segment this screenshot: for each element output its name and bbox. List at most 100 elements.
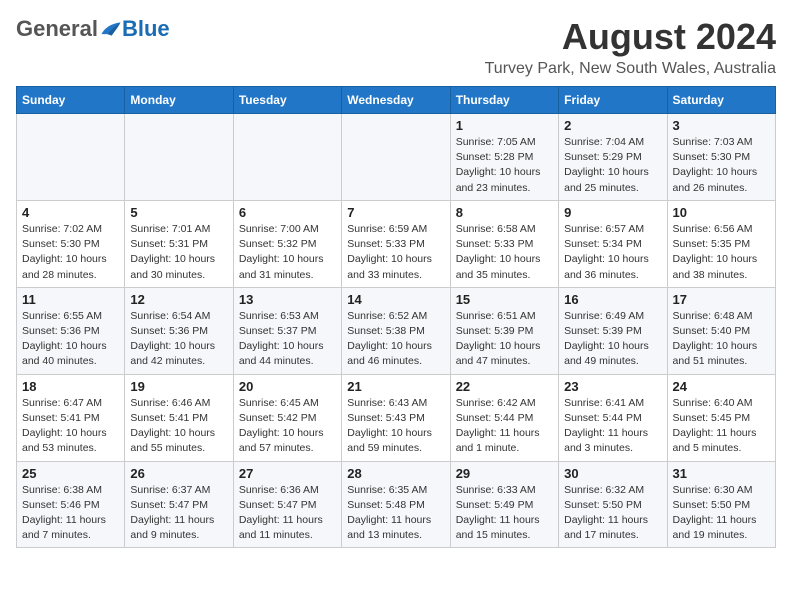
cell-day-info: Sunrise: 6:43 AMSunset: 5:43 PMDaylight:… [347, 396, 444, 457]
cell-day-info: Sunrise: 6:41 AMSunset: 5:44 PMDaylight:… [564, 396, 661, 457]
cell-day-number: 12 [130, 292, 227, 307]
calendar-cell: 31Sunrise: 6:30 AMSunset: 5:50 PMDayligh… [667, 461, 775, 548]
cell-day-number: 24 [673, 379, 770, 394]
cell-day-info: Sunrise: 6:42 AMSunset: 5:44 PMDaylight:… [456, 396, 553, 457]
calendar-cell: 26Sunrise: 6:37 AMSunset: 5:47 PMDayligh… [125, 461, 233, 548]
calendar-cell: 27 Sunrise: 6:36 AMSunset: 5:47 PMDayligh… [233, 461, 341, 548]
cell-day-info: Sunrise: 6:36 AMSunset: 5:47 PMDaylight:… [239, 483, 336, 544]
cell-day-number: 16 [564, 292, 661, 307]
calendar-cell: 9 Sunrise: 6:57 AMSunset: 5:34 PMDaylight… [559, 200, 667, 287]
cell-day-number: 28 [347, 466, 444, 481]
calendar-cell: 8Sunrise: 6:58 AMSunset: 5:33 PMDaylight… [450, 200, 558, 287]
calendar-week-row: 11Sunrise: 6:55 AMSunset: 5:36 PMDayligh… [17, 287, 776, 374]
cell-day-info: Sunrise: 6:56 AMSunset: 5:35 PMDaylight:… [673, 222, 770, 283]
cell-day-number: 30 [564, 466, 661, 481]
calendar-cell: 16 Sunrise: 6:49 AMSunset: 5:39 PMDayligh… [559, 287, 667, 374]
calendar-week-row: 18 Sunrise: 6:47 AMSunset: 5:41 PMDayligh… [17, 374, 776, 461]
cell-day-number: 14 [347, 292, 444, 307]
cell-day-info: Sunrise: 7:03 AMSunset: 5:30 PMDaylight:… [673, 135, 770, 196]
calendar-cell: 2 Sunrise: 7:04 AMSunset: 5:29 PMDaylight… [559, 114, 667, 201]
calendar-cell: 17 Sunrise: 6:48 AMSunset: 5:40 PMDayligh… [667, 287, 775, 374]
day-header-tuesday: Tuesday [233, 87, 341, 114]
logo-general-text: General [16, 16, 98, 42]
calendar-cell: 18 Sunrise: 6:47 AMSunset: 5:41 PMDayligh… [17, 374, 125, 461]
calendar-cell: 12Sunrise: 6:54 AMSunset: 5:36 PMDayligh… [125, 287, 233, 374]
cell-day-info: Sunrise: 6:48 AMSunset: 5:40 PMDaylight:… [673, 309, 770, 370]
calendar-cell: 19 Sunrise: 6:46 AMSunset: 5:41 PMDayligh… [125, 374, 233, 461]
cell-day-number: 10 [673, 205, 770, 220]
cell-day-number: 19 [130, 379, 227, 394]
title-section: August 2024 Turvey Park, New South Wales… [485, 16, 776, 78]
calendar-cell: 28Sunrise: 6:35 AMSunset: 5:48 PMDayligh… [342, 461, 450, 548]
day-header-friday: Friday [559, 87, 667, 114]
cell-day-number: 3 [673, 118, 770, 133]
calendar-table: SundayMondayTuesdayWednesdayThursdayFrid… [16, 86, 776, 548]
cell-day-info: Sunrise: 6:37 AMSunset: 5:47 PMDaylight:… [130, 483, 227, 544]
calendar-cell: 1Sunrise: 7:05 AMSunset: 5:28 PMDaylight… [450, 114, 558, 201]
cell-day-info: Sunrise: 6:33 AMSunset: 5:49 PMDaylight:… [456, 483, 553, 544]
cell-day-info: Sunrise: 6:38 AMSunset: 5:46 PMDaylight:… [22, 483, 119, 544]
cell-day-number: 18 [22, 379, 119, 394]
page-header: General Blue August 2024 Turvey Park, Ne… [16, 16, 776, 78]
cell-day-number: 29 [456, 466, 553, 481]
cell-day-info: Sunrise: 6:57 AMSunset: 5:34 PMDaylight:… [564, 222, 661, 283]
calendar-cell: 15Sunrise: 6:51 AMSunset: 5:39 PMDayligh… [450, 287, 558, 374]
calendar-week-row: 4 Sunrise: 7:02 AMSunset: 5:30 PMDaylight… [17, 200, 776, 287]
calendar-cell: 24 Sunrise: 6:40 AMSunset: 5:45 PMDayligh… [667, 374, 775, 461]
cell-day-info: Sunrise: 7:02 AMSunset: 5:30 PMDaylight:… [22, 222, 119, 283]
calendar-cell [125, 114, 233, 201]
logo: General Blue [16, 16, 170, 42]
cell-day-info: Sunrise: 6:55 AMSunset: 5:36 PMDaylight:… [22, 309, 119, 370]
cell-day-number: 17 [673, 292, 770, 307]
day-header-thursday: Thursday [450, 87, 558, 114]
cell-day-info: Sunrise: 7:04 AMSunset: 5:29 PMDaylight:… [564, 135, 661, 196]
calendar-week-row: 1Sunrise: 7:05 AMSunset: 5:28 PMDaylight… [17, 114, 776, 201]
day-header-wednesday: Wednesday [342, 87, 450, 114]
calendar-week-row: 25 Sunrise: 6:38 AMSunset: 5:46 PMDayligh… [17, 461, 776, 548]
calendar-cell: 22 Sunrise: 6:42 AMSunset: 5:44 PMDayligh… [450, 374, 558, 461]
cell-day-info: Sunrise: 6:59 AMSunset: 5:33 PMDaylight:… [347, 222, 444, 283]
calendar-cell: 6Sunrise: 7:00 AMSunset: 5:32 PMDaylight… [233, 200, 341, 287]
cell-day-info: Sunrise: 6:49 AMSunset: 5:39 PMDaylight:… [564, 309, 661, 370]
cell-day-number: 27 [239, 466, 336, 481]
cell-day-number: 22 [456, 379, 553, 394]
cell-day-number: 21 [347, 379, 444, 394]
page-subtitle: Turvey Park, New South Wales, Australia [485, 60, 776, 78]
calendar-cell: 4 Sunrise: 7:02 AMSunset: 5:30 PMDaylight… [17, 200, 125, 287]
cell-day-info: Sunrise: 6:53 AMSunset: 5:37 PMDaylight:… [239, 309, 336, 370]
cell-day-info: Sunrise: 6:47 AMSunset: 5:41 PMDaylight:… [22, 396, 119, 457]
calendar-header-row: SundayMondayTuesdayWednesdayThursdayFrid… [17, 87, 776, 114]
cell-day-number: 15 [456, 292, 553, 307]
calendar-cell: 13 Sunrise: 6:53 AMSunset: 5:37 PMDayligh… [233, 287, 341, 374]
calendar-cell [233, 114, 341, 201]
calendar-cell: 7 Sunrise: 6:59 AMSunset: 5:33 PMDaylight… [342, 200, 450, 287]
cell-day-number: 7 [347, 205, 444, 220]
day-header-monday: Monday [125, 87, 233, 114]
calendar-cell: 5Sunrise: 7:01 AMSunset: 5:31 PMDaylight… [125, 200, 233, 287]
calendar-cell [17, 114, 125, 201]
cell-day-number: 4 [22, 205, 119, 220]
logo-blue-text: Blue [122, 16, 170, 42]
cell-day-info: Sunrise: 6:40 AMSunset: 5:45 PMDaylight:… [673, 396, 770, 457]
cell-day-info: Sunrise: 6:30 AMSunset: 5:50 PMDaylight:… [673, 483, 770, 544]
calendar-cell: 23 Sunrise: 6:41 AMSunset: 5:44 PMDayligh… [559, 374, 667, 461]
day-header-sunday: Sunday [17, 87, 125, 114]
logo-bird-icon [100, 20, 122, 38]
cell-day-info: Sunrise: 7:00 AMSunset: 5:32 PMDaylight:… [239, 222, 336, 283]
calendar-cell: 10 Sunrise: 6:56 AMSunset: 5:35 PMDayligh… [667, 200, 775, 287]
calendar-cell [342, 114, 450, 201]
cell-day-number: 23 [564, 379, 661, 394]
calendar-cell: 3 Sunrise: 7:03 AMSunset: 5:30 PMDaylight… [667, 114, 775, 201]
cell-day-info: Sunrise: 6:46 AMSunset: 5:41 PMDaylight:… [130, 396, 227, 457]
calendar-cell: 25 Sunrise: 6:38 AMSunset: 5:46 PMDayligh… [17, 461, 125, 548]
cell-day-number: 9 [564, 205, 661, 220]
cell-day-info: Sunrise: 6:45 AMSunset: 5:42 PMDaylight:… [239, 396, 336, 457]
cell-day-number: 1 [456, 118, 553, 133]
cell-day-number: 20 [239, 379, 336, 394]
cell-day-number: 8 [456, 205, 553, 220]
cell-day-number: 5 [130, 205, 227, 220]
page-title: August 2024 [485, 16, 776, 58]
cell-day-number: 25 [22, 466, 119, 481]
cell-day-number: 2 [564, 118, 661, 133]
cell-day-number: 13 [239, 292, 336, 307]
